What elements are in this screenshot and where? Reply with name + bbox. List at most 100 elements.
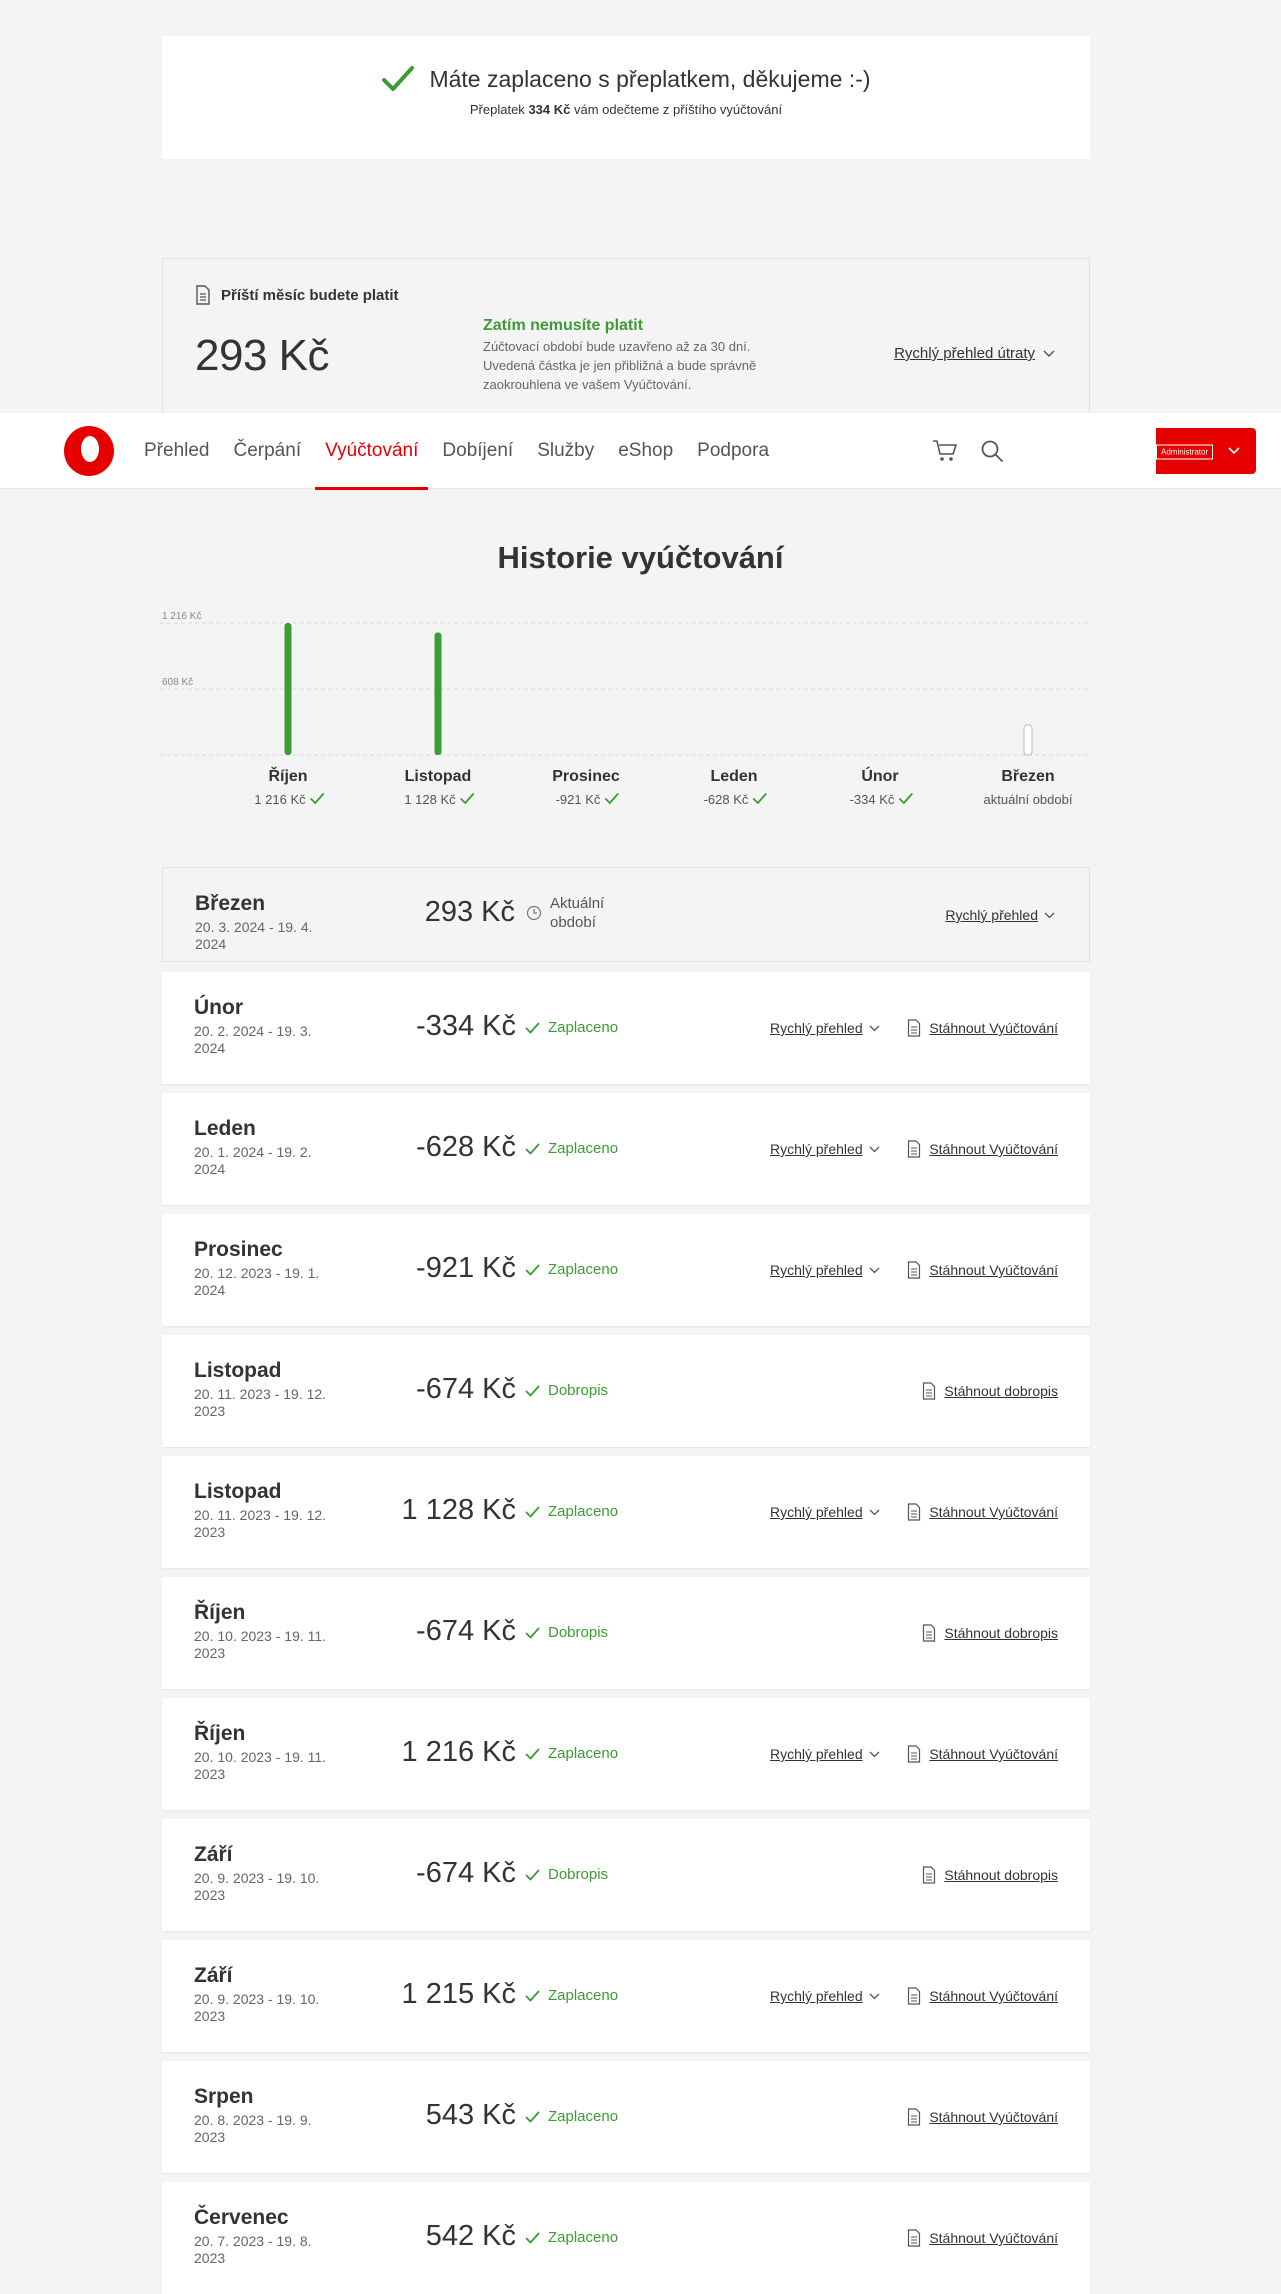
check-icon [525, 1143, 540, 1154]
next-month-card: Příští měsíc budete platit 293 Kč Zatím … [162, 258, 1090, 414]
info-text: Zúčtovací období bude uzavřeno až za 30 … [483, 339, 757, 392]
search-icon[interactable] [980, 439, 1004, 463]
quick-overview-toggle[interactable]: Rychlý přehled [770, 1988, 880, 2004]
check-icon [525, 1506, 540, 1517]
quick-overview-toggle[interactable]: Rychlý přehled [770, 1262, 880, 1278]
download-button[interactable]: Stáhnout Vyúčtování [907, 1503, 1058, 1521]
row-status: Zaplaceno [525, 2108, 618, 2125]
row-status-text: Zaplaceno [548, 1261, 619, 1278]
nav-item-1[interactable]: Přehled [134, 413, 220, 489]
row-status: Zaplaceno [525, 1745, 618, 1762]
document-icon [196, 285, 210, 305]
row-period: 20. 10. 2023 - 19. 11. 2023 [194, 1628, 327, 1661]
row-month: Listopad [194, 1359, 282, 1382]
row-amount: 293 Kč [424, 896, 515, 928]
download-link[interactable]: Stáhnout Vyúčtování [929, 2109, 1058, 2125]
download-button[interactable]: Stáhnout Vyúčtování [907, 1745, 1058, 1763]
download-link[interactable]: Stáhnout Vyúčtování [929, 2230, 1058, 2246]
quick-overview-link[interactable]: Rychlý přehled [770, 1141, 863, 1157]
quick-overview-link[interactable]: Rychlý přehled [770, 1504, 863, 1520]
quick-overview-link[interactable]: Rychlý přehled [770, 1262, 863, 1278]
row-status: Aktuální období [526, 894, 620, 932]
row-amount: -628 Kč [416, 1131, 516, 1163]
nav-item-2[interactable]: Čerpání [224, 413, 312, 489]
download-button[interactable]: Stáhnout Vyúčtování [907, 1019, 1058, 1037]
chart-value-label: 1 128 Kč [404, 792, 456, 807]
row-month: Září [194, 1843, 233, 1866]
billing-row: Listopad 20. 11. 2023 - 19. 12. 2023 1 128… [162, 1456, 1090, 1568]
download-link[interactable]: Stáhnout Vyúčtování [929, 1141, 1058, 1157]
row-month: Říjen [194, 1722, 246, 1745]
chevron-down-icon [1044, 912, 1055, 918]
row-period: 20. 8. 2023 - 19. 9. 2023 [194, 2112, 312, 2145]
chevron-down-icon [869, 1751, 880, 1757]
nav-item-7[interactable]: Podpora [687, 413, 779, 489]
quick-overview-toggle[interactable]: Rychlý přehled [770, 1141, 880, 1157]
chart-bar[interactable] [434, 632, 442, 755]
document-icon [908, 1503, 921, 1521]
next-month-label: Příští měsíc budete platit [195, 285, 399, 305]
download-button[interactable]: Stáhnout dobropis [922, 1382, 1058, 1400]
download-button[interactable]: Stáhnout Vyúčtování [907, 1987, 1058, 2005]
chart-category-label: Říjen [268, 766, 307, 785]
paid-check-icon [752, 793, 767, 804]
download-button[interactable]: Stáhnout dobropis [922, 1866, 1058, 1884]
download-link[interactable]: Stáhnout dobropis [944, 1383, 1058, 1399]
download-button[interactable]: Stáhnout Vyúčtování [907, 2108, 1058, 2126]
chevron-down-icon [869, 1146, 880, 1152]
download-link[interactable]: Stáhnout Vyúčtování [929, 1504, 1058, 1520]
chart-bar-current [1023, 724, 1033, 756]
quick-overview-link[interactable]: Rychlý přehled [770, 1020, 863, 1036]
download-link[interactable]: Stáhnout Vyúčtování [929, 1988, 1058, 2004]
quick-overview-link[interactable]: Rychlý přehled [770, 1988, 863, 2004]
account-menu-button[interactable]: Administrator [1156, 428, 1256, 474]
nav-item-3[interactable]: Vyúčtování [315, 413, 429, 490]
paid-check-icon [460, 793, 475, 804]
nav-item-5[interactable]: Služby [527, 413, 604, 489]
quick-overview-link[interactable]: Rychlý přehled [945, 907, 1038, 923]
vodafone-logo[interactable] [64, 426, 114, 476]
row-period: 20. 3. 2024 - 19. 4. 2024 [195, 919, 313, 952]
check-icon [525, 1748, 540, 1759]
row-amount: 543 Kč [425, 2099, 516, 2131]
y-tick-label: 608 Kč [162, 677, 193, 688]
download-link[interactable]: Stáhnout dobropis [944, 1625, 1058, 1641]
row-amount: -674 Kč [416, 1373, 516, 1405]
row-status-text: Zaplaceno [548, 1987, 619, 2004]
row-amount: 1 216 Kč [401, 1736, 516, 1768]
quick-overview-link[interactable]: Rychlý přehled [770, 1746, 863, 1762]
document-icon [923, 1624, 936, 1642]
row-period: 20. 12. 2023 - 19. 1. 2024 [194, 1265, 320, 1298]
download-button[interactable]: Stáhnout Vyúčtování [907, 1140, 1058, 1158]
row-status-text: Zaplaceno [548, 1140, 619, 1157]
quick-overview-toggle[interactable]: Rychlý přehled [770, 1504, 880, 1520]
download-button[interactable]: Stáhnout Vyúčtování [907, 2229, 1058, 2247]
next-month-label-text: Příští měsíc budete platit [221, 286, 399, 304]
row-amount: 1 215 Kč [401, 1978, 516, 2010]
billing-row-current: Březen 20. 3. 2024 - 19. 4. 2024 293 Kč Akt… [162, 867, 1090, 962]
clock-icon [526, 905, 542, 921]
row-status-text: Zaplaceno [548, 2229, 619, 2246]
next-month-amount: 293 Kč [195, 331, 329, 380]
row-amount: 1 128 Kč [401, 1494, 516, 1526]
download-link[interactable]: Stáhnout dobropis [944, 1867, 1058, 1883]
nav-item-6[interactable]: eShop [608, 413, 683, 489]
paid-check-icon [604, 793, 619, 804]
download-link[interactable]: Stáhnout Vyúčtování [929, 1746, 1058, 1762]
chart-value-label: -628 Kč [704, 792, 749, 807]
download-link[interactable]: Stáhnout Vyúčtování [929, 1020, 1058, 1036]
download-link[interactable]: Stáhnout Vyúčtování [929, 1262, 1058, 1278]
quick-overview-toggle[interactable]: Rychlý přehled [770, 1746, 880, 1762]
quick-overview-toggle[interactable]: Rychlý přehled [945, 907, 1055, 923]
check-icon [525, 2232, 540, 2243]
row-status: Zaplaceno [525, 1140, 618, 1157]
quick-overview-toggle[interactable]: Rychlý přehled [770, 1020, 880, 1036]
row-month: Červenec [194, 2206, 289, 2229]
quick-spending-toggle[interactable]: Rychlý přehled útraty [894, 345, 1055, 362]
nav-item-4[interactable]: Dobíjení [432, 413, 523, 489]
cart-icon[interactable] [932, 439, 958, 463]
download-button[interactable]: Stáhnout Vyúčtování [907, 1261, 1058, 1279]
chart-bar[interactable] [284, 623, 292, 755]
quick-spending-link[interactable]: Rychlý přehled útraty [894, 345, 1035, 362]
download-button[interactable]: Stáhnout dobropis [922, 1624, 1058, 1642]
